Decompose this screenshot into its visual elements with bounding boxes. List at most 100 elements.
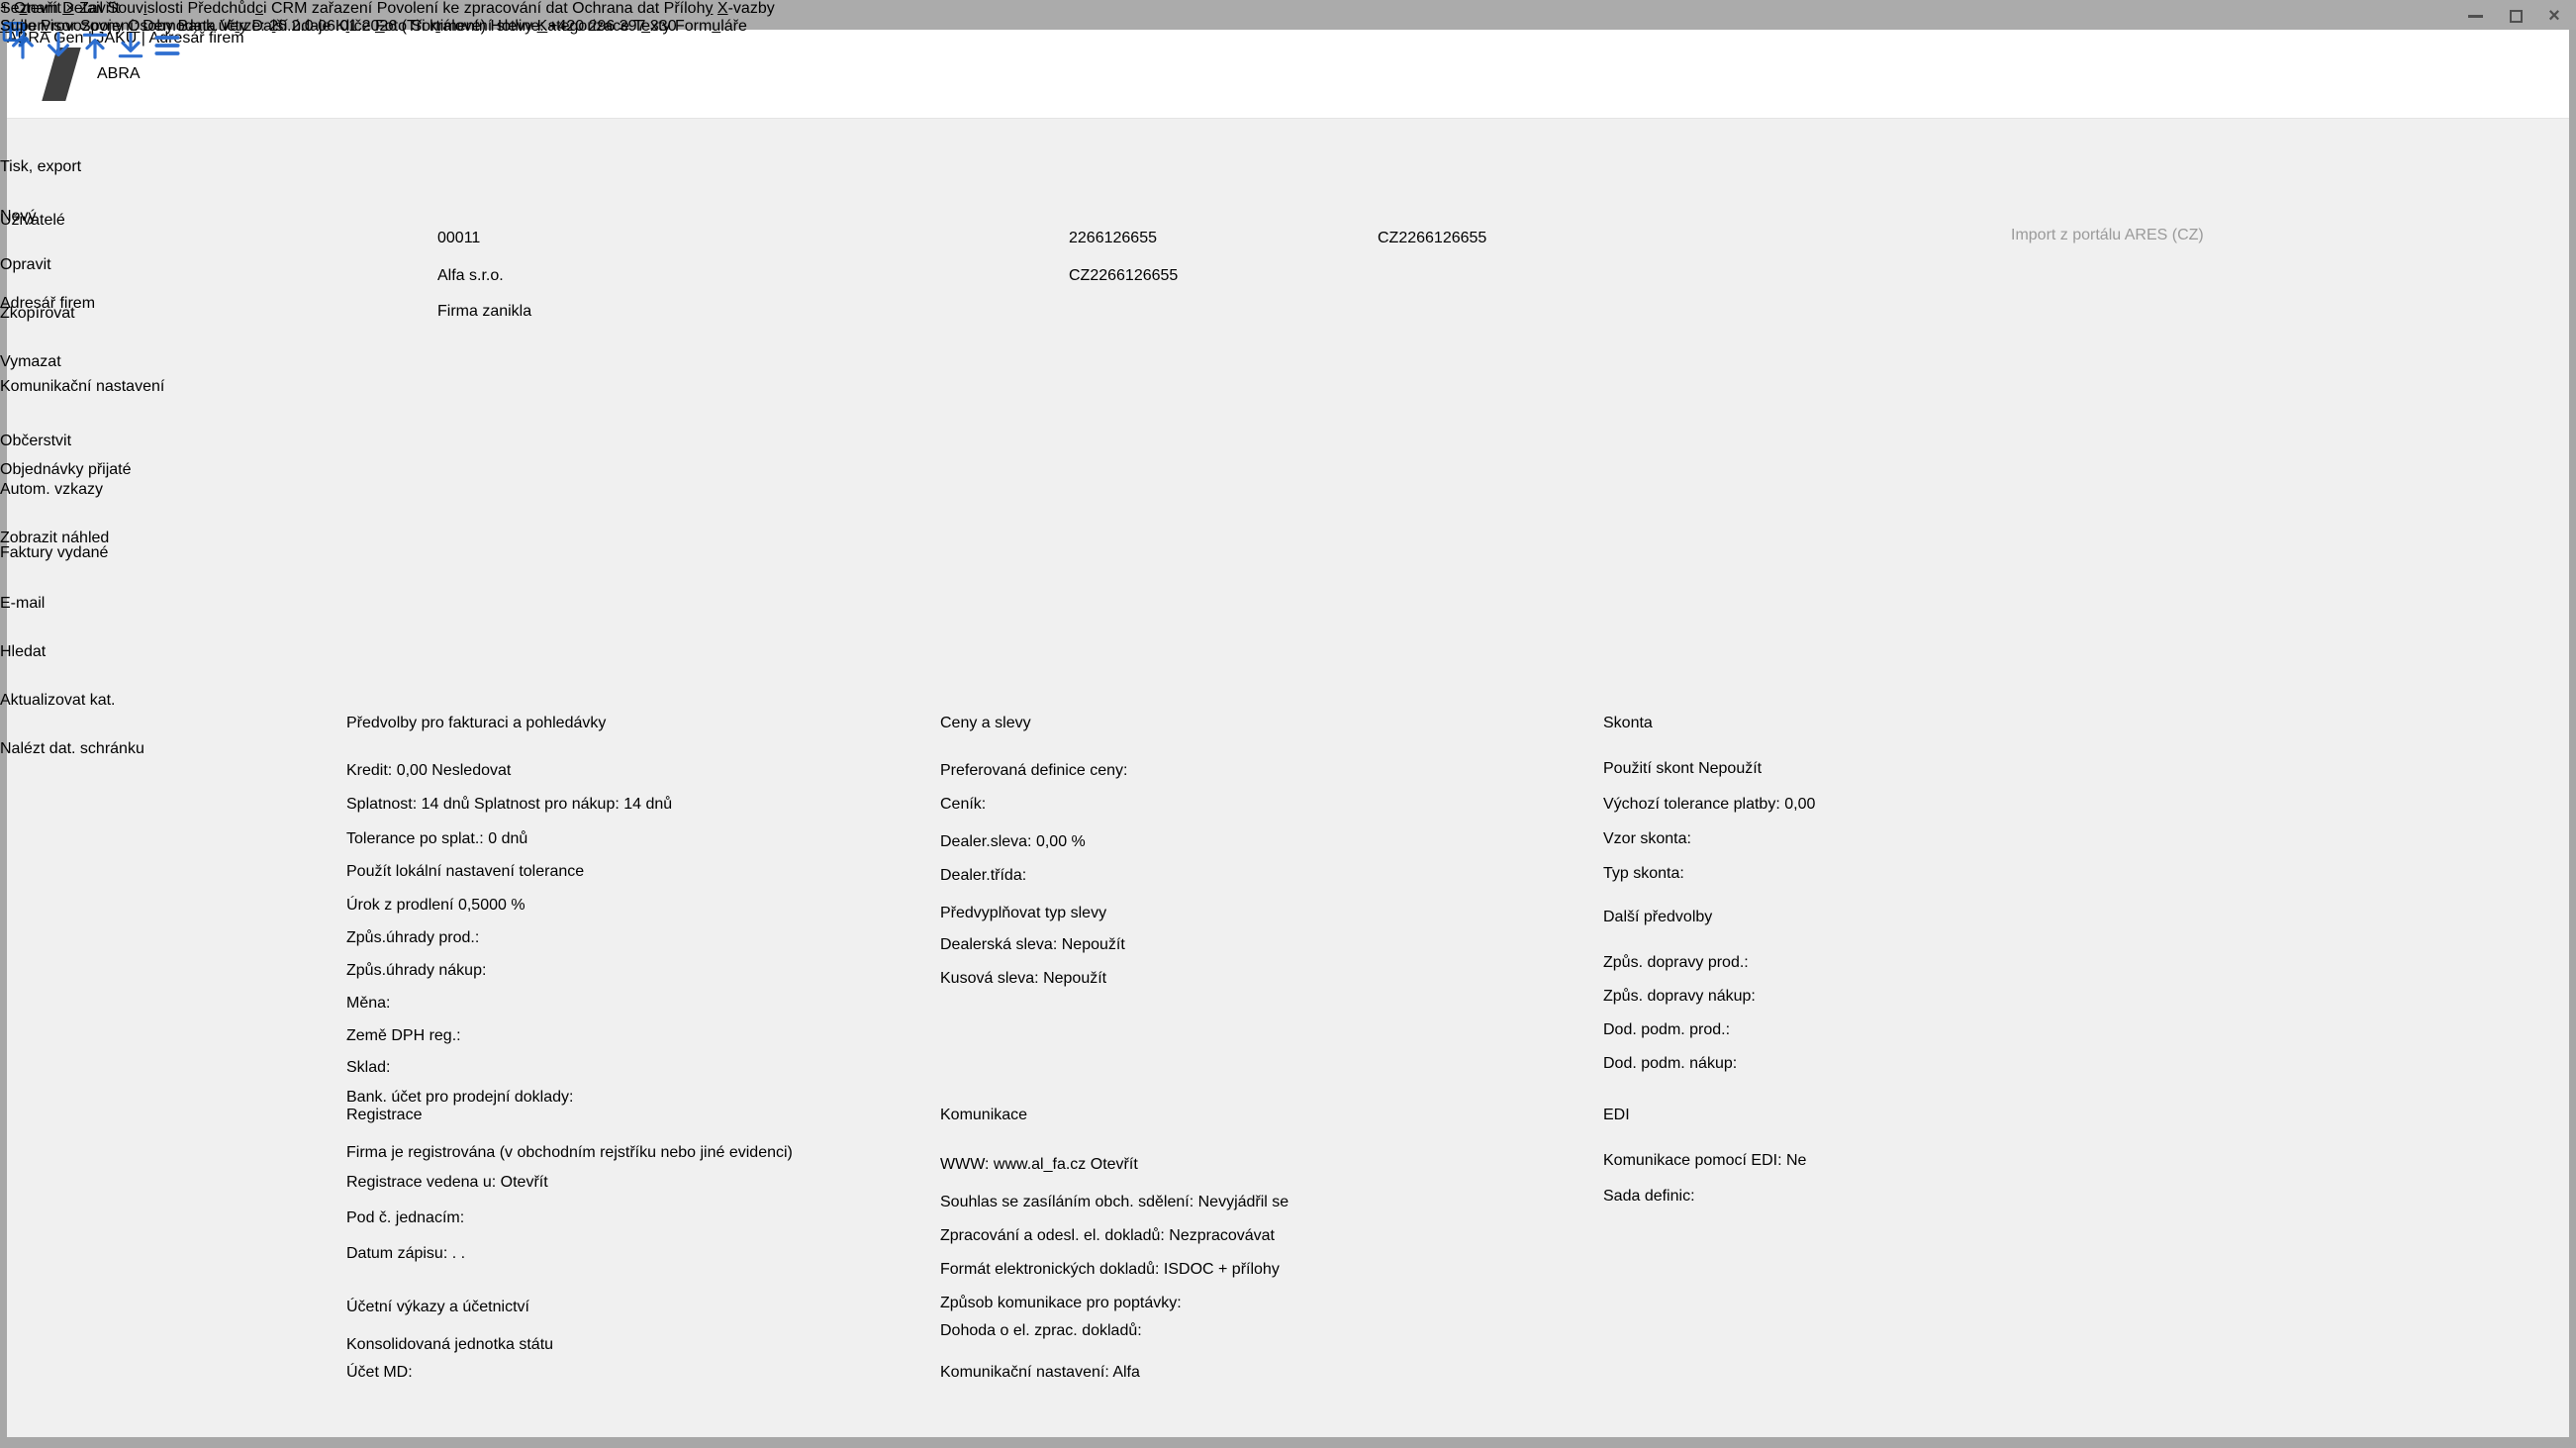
- splatnost-nakup-label: Splatnost pro nákup:: [474, 796, 620, 813]
- vzor-skonta-row: Vzor skonta:: [1603, 830, 2264, 848]
- tab-ochrana-dat[interactable]: Ochrana dat: [572, 0, 659, 17]
- email-button[interactable]: E-mail: [0, 595, 45, 613]
- zkopirovat-button[interactable]: Zkopírovat: [0, 305, 75, 323]
- section-ceny: Ceny a slevy: [940, 715, 1589, 732]
- tab-prilohy[interactable]: Přílohy: [664, 0, 714, 17]
- dealer-sleva-unit: %: [1072, 833, 1086, 850]
- tab-x-vazby[interactable]: X-vazby: [717, 0, 775, 17]
- firma-zanikla-label: Firma zanikla: [437, 303, 531, 320]
- sidebar-item-objednavky-prijate[interactable]: Objednávky přijaté: [0, 461, 132, 479]
- kusova-sleva-row: Kusová sleva: Nepoužít: [940, 970, 1589, 988]
- urok-unit: %: [511, 897, 525, 914]
- splatnost-nakup-input[interactable]: 14: [623, 796, 641, 813]
- section-komunikace: Komunikace: [940, 1107, 1589, 1124]
- otevrit-registr-button[interactable]: Otevřít: [501, 1174, 548, 1191]
- menu-icon[interactable]: [151, 48, 183, 65]
- logo-text: ABRA: [97, 65, 141, 83]
- status-bar: Supervisor Spojení: Demodata Verze: 26.2…: [0, 18, 677, 36]
- dopravy-prod-row: Způs. dopravy prod.:: [1603, 954, 2264, 972]
- souhlas-row: Souhlas se zasíláním obch. sdělení: Nevy…: [940, 1194, 1589, 1211]
- arrow-to-bottom-icon[interactable]: [115, 48, 146, 65]
- arrow-to-top-icon[interactable]: [79, 48, 111, 65]
- komunikacni-nastaveni-dropdown[interactable]: Alfa: [1112, 1364, 1140, 1381]
- icd-field[interactable]: CZ2266126655: [1378, 230, 1605, 247]
- cenik-label: Ceník:: [940, 796, 986, 813]
- obcerstvit-button[interactable]: Občerstvit: [0, 433, 71, 450]
- tolerance-label: Tolerance po splat.:: [346, 830, 484, 847]
- tab-detail[interactable]: Detail: [62, 0, 103, 17]
- datum-zapisu-row: Datum zápisu: . .: [346, 1245, 940, 1263]
- tab-formulare[interactable]: Formuláře: [675, 18, 747, 35]
- opravit-button[interactable]: Opravit: [0, 256, 51, 274]
- sklad-row: Sklad:: [346, 1059, 940, 1077]
- vymazat-button[interactable]: Vymazat: [0, 353, 61, 371]
- urok-input[interactable]: 0,5000: [458, 897, 507, 914]
- predvyplnovat-row: Předvyplňovat typ slevy: [940, 905, 1589, 930]
- nazev-field[interactable]: Alfa s.r.o.: [437, 267, 996, 285]
- registrovana-label: Firma je registrována (v obchodním rejst…: [346, 1144, 793, 1161]
- tisk-export-button[interactable]: Tisk, export: [0, 158, 81, 176]
- kredit-input[interactable]: 0,00: [397, 762, 428, 779]
- komunikacni-nastaveni-row: Komunikační nastavení: Alfa: [940, 1364, 1589, 1382]
- zpracovani-dropdown[interactable]: Nezpracovávat: [1169, 1227, 1275, 1244]
- pouziti-skont-dropdown[interactable]: Nepoužít: [1698, 760, 1762, 777]
- konsolidovana-row: Konsolidovaná jednotka státu: [346, 1336, 940, 1362]
- zobrazit-nahled-button[interactable]: Zobrazit náhled: [0, 530, 109, 547]
- tolerance-row: Tolerance po splat.: 0 dnů: [346, 830, 940, 848]
- zpus-uhrady-nakup-label: Způs.úhrady nákup:: [346, 962, 486, 979]
- vychozi-tolerance-input[interactable]: 0,00: [1784, 796, 1815, 813]
- souhlas-label: Souhlas se zasíláním obch. sdělení:: [940, 1194, 1193, 1210]
- splatnost-row: Splatnost: 14 dnů Splatnost pro nákup: 1…: [346, 796, 940, 814]
- autom-vzkazy-button[interactable]: Autom. vzkazy: [0, 481, 103, 499]
- podm-prod-label: Dod. podm. prod.:: [1603, 1021, 1730, 1038]
- arrow-down-icon[interactable]: [43, 48, 74, 65]
- otevrit-www-button[interactable]: Otevřít: [1091, 1156, 1138, 1173]
- tolerance-input[interactable]: 0: [488, 830, 497, 847]
- podm-nakup-row: Dod. podm. nákup:: [1603, 1055, 2264, 1073]
- ico-field[interactable]: 2266126655: [1069, 230, 1237, 247]
- edi-komunikace-dropdown[interactable]: Ne: [1786, 1152, 1806, 1169]
- splatnost-input[interactable]: 14: [422, 796, 439, 813]
- main-tabbar: Seznam Detail Souvislosti Předchůdci CRM…: [0, 0, 775, 18]
- edi-komunikace-row: Komunikace pomocí EDI: Ne: [1603, 1152, 2264, 1170]
- dealer-sleva-input[interactable]: 0,00: [1036, 833, 1067, 850]
- sada-definic-label: Sada definic:: [1603, 1188, 1695, 1205]
- vedena-u-row: Registrace vedena u: Otevřít: [346, 1174, 940, 1192]
- kod-field[interactable]: 00011: [437, 230, 526, 247]
- www-label: WWW:: [940, 1156, 989, 1173]
- minimize-button[interactable]: [2460, 8, 2490, 24]
- registrovana-row: Firma je registrována (v obchodním rejst…: [346, 1144, 940, 1172]
- format-dokladu-row: Formát elektronických dokladů: ISDOC + p…: [940, 1261, 1589, 1279]
- close-button[interactable]: ×: [2539, 8, 2569, 24]
- tab-povoleni[interactable]: Povolení ke zpracování dat: [377, 0, 568, 17]
- aktualizovat-kat-button[interactable]: Aktualizovat kat.: [0, 692, 116, 710]
- tab-crm-zarazeni[interactable]: CRM zařazení: [271, 0, 372, 17]
- zpus-uhrady-prod-row: Způs.úhrady prod.:: [346, 929, 940, 947]
- dealerska-sleva-row: Dealerská sleva: Nepoužít: [940, 936, 1589, 954]
- dealer-trida-row: Dealer.třída:: [940, 867, 1589, 885]
- zpracovani-label: Zpracování a odesl. el. dokladů:: [940, 1227, 1165, 1244]
- sidebar-item-komunikacni-nastaveni[interactable]: Komunikační nastavení: [0, 378, 164, 396]
- tab-predchudci[interactable]: Předchůdci: [187, 0, 266, 17]
- dealerska-sleva-dropdown[interactable]: Nepoužít: [1062, 936, 1125, 953]
- maximize-button[interactable]: [2501, 8, 2530, 24]
- kredit-mode-dropdown[interactable]: Nesledovat: [431, 762, 511, 779]
- kusova-sleva-dropdown[interactable]: Nepoužít: [1043, 970, 1106, 987]
- format-dokladu-dropdown[interactable]: ISDOC + přílohy: [1164, 1261, 1280, 1278]
- hledat-button[interactable]: Hledat: [0, 643, 46, 661]
- www-input[interactable]: www.al_fa.cz: [994, 1156, 1086, 1173]
- section-skonta: Skonta: [1603, 715, 2264, 732]
- datum-zapisu-input[interactable]: . .: [452, 1245, 465, 1262]
- novy-button[interactable]: Nový: [0, 208, 36, 226]
- maximize-icon: [2510, 10, 2523, 23]
- status-version: Verze: 26.2.0: [220, 18, 313, 35]
- dic-field[interactable]: CZ2266126655: [1069, 267, 1237, 285]
- souhlas-dropdown[interactable]: Nevyjádřil se: [1198, 1194, 1289, 1210]
- minimize-icon: [2468, 15, 2483, 18]
- ares-import-button[interactable]: Import z portálu ARES (CZ): [2011, 227, 2312, 244]
- tab-seznam[interactable]: Seznam: [0, 0, 58, 17]
- sklad-label: Sklad:: [346, 1059, 390, 1076]
- lokalni-tolerance-row: Použít lokální nastavení tolerance: [346, 863, 940, 891]
- typ-skonta-row: Typ skonta:: [1603, 865, 2264, 883]
- tab-souvislosti[interactable]: Souvislosti: [108, 0, 183, 17]
